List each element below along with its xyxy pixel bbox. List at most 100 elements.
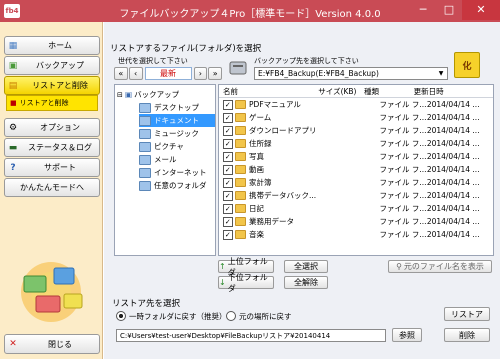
row-checkbox[interactable]: ✓ — [223, 177, 233, 188]
sidebar-close-button[interactable]: ✕ 閉じる — [4, 334, 100, 354]
sidebar-restore-button[interactable]: ▤ リストアと削除 — [4, 76, 100, 95]
file-list: 名前 サイズ(KB) 種類 更新日時 ✓ PDFマニュアル ファイル フ... 201… — [218, 84, 494, 256]
destination-label: バックアップ先を選択して下さい — [254, 57, 359, 65]
deselect-all-button[interactable]: 全解除 — [284, 276, 328, 289]
sidebar-restore-label: リストアと削除 — [32, 81, 88, 90]
row-checkbox[interactable]: ✓ — [223, 190, 233, 201]
restore-button[interactable]: リストア — [444, 307, 490, 321]
restore-target-title: リストア先を選択 — [112, 299, 181, 309]
folder-icon — [234, 100, 247, 109]
sidebar-options-label: オプション — [40, 123, 80, 132]
restore-temp-option[interactable]: 一時フォルダに戻す（推奨） — [116, 310, 227, 322]
visualize-button[interactable]: 化 — [454, 52, 480, 78]
row-checkbox[interactable]: ✓ — [223, 164, 233, 175]
folder-icon — [234, 191, 247, 200]
tree-item-label: ピクチャ — [154, 142, 184, 151]
sidebar-home-button[interactable]: ▦ ホーム — [4, 36, 100, 55]
sidebar-options-button[interactable]: ⚙ オプション — [4, 118, 100, 137]
tree-item[interactable]: メール — [139, 153, 215, 166]
row-checkbox[interactable]: ✓ — [223, 151, 233, 162]
select-all-button[interactable]: 全選択 — [284, 260, 328, 273]
first-generation-button[interactable]: « — [114, 67, 128, 80]
sidebar-backup-button[interactable]: ▣ バックアップ — [4, 56, 100, 75]
restore-original-option[interactable]: 元の場所に戻す — [226, 310, 292, 322]
generation-label: 世代を選択して下さい — [118, 57, 188, 65]
tree-item[interactable]: ミュージック — [139, 127, 215, 140]
home-icon: ▦ — [8, 40, 18, 51]
folder-icon — [234, 139, 247, 148]
row-checkbox[interactable]: ✓ — [223, 216, 233, 227]
tree-item-label: インターネット — [154, 168, 207, 177]
destination-select[interactable]: E:¥FB4_Backup(E:¥FB4_Backup) ▼ — [254, 67, 448, 80]
tree-item[interactable]: インターネット — [139, 166, 215, 179]
row-checkbox[interactable]: ✓ — [223, 203, 233, 214]
show-original-name-button[interactable]: ⚲ 元のファイル名を表示 — [388, 260, 492, 273]
file-row[interactable]: ✓ 住所録 ファイル フ... 2014/04/14 ... — [219, 137, 493, 150]
sidebar-status-log-button[interactable]: ▬ ステータス＆ログ — [4, 138, 100, 157]
file-row[interactable]: ✓ PDFマニュアル ファイル フ... 2014/04/14 ... — [219, 98, 493, 111]
title-bar: fb4 ファイルバックアップ４Pro［標準モード］Version 4.0.0 ─… — [0, 0, 500, 22]
file-row[interactable]: ✓ 業務用データ ファイル フ... 2014/04/14 ... — [219, 215, 493, 228]
file-row[interactable]: ✓ ゲーム ファイル フ... 2014/04/14 ... — [219, 111, 493, 124]
prev-generation-button[interactable]: ‹ — [128, 67, 143, 80]
chevron-down-icon: ▼ — [438, 70, 444, 77]
file-row[interactable]: ✓ 家計簿 ファイル フ... 2014/04/14 ... — [219, 176, 493, 189]
generation-value[interactable]: 最新 — [144, 67, 192, 80]
row-checkbox[interactable]: ✓ — [223, 112, 233, 123]
search-icon: ⚲ — [396, 262, 402, 271]
backup-icon: ▣ — [8, 60, 18, 71]
tree-item-label: デスクトップ — [154, 103, 199, 112]
sidebar-close-label: 閉じる — [48, 339, 72, 349]
tree-root[interactable]: ⊟ ▣ バックアップ — [117, 88, 215, 101]
file-type: ファイル フ... — [379, 191, 427, 200]
row-checkbox[interactable]: ✓ — [223, 125, 233, 136]
sidebar-support-button[interactable]: ? サポート — [4, 158, 100, 177]
file-row[interactable]: ✓ 写真 ファイル フ... 2014/04/14 ... — [219, 150, 493, 163]
file-type: ファイル フ... — [379, 139, 427, 148]
tree-item[interactable]: ピクチャ — [139, 140, 215, 153]
folder-icon — [139, 180, 151, 191]
tree-item[interactable]: 任意のフォルダ — [139, 179, 215, 192]
file-type: ファイル フ... — [379, 230, 427, 239]
tree-item[interactable]: ドキュメント — [139, 114, 215, 127]
minimize-button[interactable]: ─ — [410, 0, 436, 20]
sidebar-easy-mode-label: かんたんモードへ — [20, 183, 84, 192]
header-name[interactable]: 名前 — [219, 86, 318, 97]
sidebar-status-log-label: ステータス＆ログ — [28, 143, 92, 152]
folder-icon — [234, 165, 247, 174]
file-row[interactable]: ✓ 携帯データバック... ファイル フ... 2014/04/14 ... — [219, 189, 493, 202]
sidebar-home-label: ホーム — [48, 41, 72, 50]
folder-icon — [234, 230, 247, 239]
down-folder-button[interactable]: ↓ 下位フォルダ — [218, 273, 274, 293]
tree-item[interactable]: デスクトップ — [139, 101, 215, 114]
file-date: 2014/04/14 ... — [426, 113, 480, 122]
destination-value: E:¥FB4_Backup(E:¥FB4_Backup) — [258, 69, 379, 78]
radio-unchecked-icon — [226, 311, 236, 321]
row-checkbox[interactable]: ✓ — [223, 99, 233, 110]
file-row[interactable]: ✓ 動画 ファイル フ... 2014/04/14 ... — [219, 163, 493, 176]
sidebar-sub-restore-delete[interactable]: ■ リストアと削除 — [6, 95, 98, 111]
delete-button[interactable]: 削除 — [444, 328, 490, 342]
sidebar-easy-mode-button[interactable]: かんたんモードへ — [4, 178, 100, 197]
row-checkbox[interactable]: ✓ — [223, 138, 233, 149]
last-generation-button[interactable]: » — [208, 67, 223, 80]
file-date: 2014/04/14 ... — [426, 178, 480, 187]
maximize-button[interactable]: □ — [436, 0, 462, 20]
file-date: 2014/04/14 ... — [426, 191, 480, 200]
header-type[interactable]: 種類 — [364, 86, 414, 97]
up-arrow-icon: ↑ — [219, 262, 226, 271]
folder-icon — [234, 152, 247, 161]
radio-checked-icon — [116, 311, 126, 321]
file-name: 業務用データ — [249, 217, 295, 226]
close-window-button[interactable]: ✕ — [462, 0, 500, 20]
header-size[interactable]: サイズ(KB) — [318, 86, 364, 97]
header-date[interactable]: 更新日時 — [414, 86, 493, 97]
file-row[interactable]: ✓ 日記 ファイル フ... 2014/04/14 ... — [219, 202, 493, 215]
row-checkbox[interactable]: ✓ — [223, 229, 233, 240]
restore-path-field[interactable]: C:¥Users¥test-user¥Desktop¥FileBackupリスト… — [116, 329, 386, 342]
next-generation-button[interactable]: › — [193, 67, 208, 80]
browse-button[interactable]: 参照 — [392, 328, 422, 342]
file-row[interactable]: ✓ ダウンロードアプリ ファイル フ... 2014/04/14 ... — [219, 124, 493, 137]
file-type: ファイル フ... — [379, 165, 427, 174]
file-row[interactable]: ✓ 音楽 ファイル フ... 2014/04/14 ... — [219, 228, 493, 241]
